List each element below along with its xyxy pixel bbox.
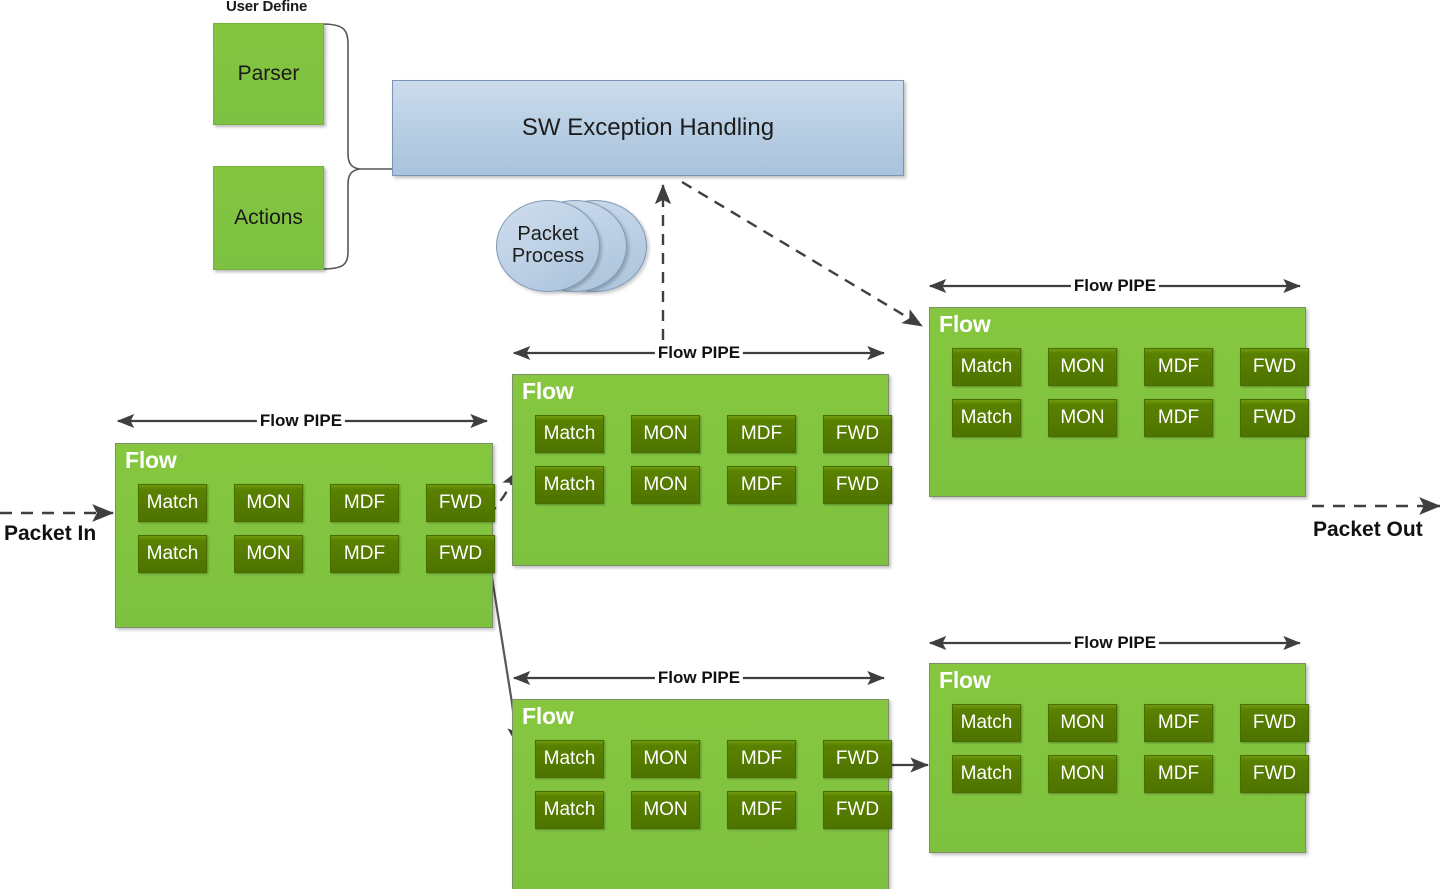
arrow-sw-exception-to-top-right — [681, 180, 923, 328]
cell-match[interactable]: Match — [138, 535, 207, 573]
flow-block-top-right-cells: Match MON MDF FWD Match MON MDF FWD — [952, 348, 1309, 437]
cell-mon[interactable]: MON — [1048, 755, 1117, 793]
cell-match[interactable]: Match — [952, 399, 1021, 437]
cell-mdf[interactable]: MDF — [1144, 348, 1213, 386]
cell-match[interactable]: Match — [952, 348, 1021, 386]
cell-fwd[interactable]: FWD — [823, 791, 892, 829]
cell-mon[interactable]: MON — [234, 484, 303, 522]
flow-block-bottom-right-title: Flow — [939, 667, 991, 693]
flow-block-bottom-right-cells: Match MON MDF FWD Match MON MDF FWD — [952, 704, 1309, 793]
pipe-label-bottom-right: Flow PIPE — [1070, 633, 1160, 653]
cell-fwd[interactable]: FWD — [426, 535, 495, 573]
diagram-canvas: User Define Parser Actions SW Exception … — [0, 0, 1440, 889]
flow-block-top-right-title: Flow — [939, 311, 991, 337]
user-define-box-parser-label: Parser — [237, 62, 300, 85]
flow-block-bottom-middle-title: Flow — [522, 703, 574, 729]
flow-block-middle[interactable]: Flow Match MON MDF FWD Match MON MDF FWD — [512, 374, 892, 566]
flow-block-bottom-middle[interactable]: Flow Match MON MDF FWD Match MON MDF FWD — [512, 699, 892, 889]
cell-fwd[interactable]: FWD — [1240, 704, 1309, 742]
user-define-box-parser[interactable]: Parser — [213, 23, 324, 125]
cell-mdf[interactable]: MDF — [727, 466, 796, 504]
cell-mdf[interactable]: MDF — [1144, 399, 1213, 437]
cell-mon[interactable]: MON — [631, 791, 700, 829]
sw-exception-handling-box[interactable]: SW Exception Handling — [392, 80, 904, 176]
flow-block-middle-cells: Match MON MDF FWD Match MON MDF FWD — [535, 415, 892, 504]
cell-mon[interactable]: MON — [1048, 704, 1117, 742]
packet-in-label: Packet In — [4, 522, 97, 545]
cell-mdf[interactable]: MDF — [1144, 755, 1213, 793]
cell-fwd[interactable]: FWD — [823, 466, 892, 504]
user-define-bracket — [321, 23, 392, 270]
packet-out-label: Packet Out — [1313, 518, 1423, 541]
cell-mdf[interactable]: MDF — [727, 791, 796, 829]
cell-mdf[interactable]: MDF — [727, 415, 796, 453]
packet-process-label-line1: Packet — [517, 223, 579, 246]
user-define-group-label: User Define — [226, 0, 308, 15]
pipe-label-top-right: Flow PIPE — [1070, 276, 1160, 296]
sw-exception-handling-label: SW Exception Handling — [521, 114, 775, 141]
cell-mon[interactable]: MON — [631, 466, 700, 504]
user-define-box-actions-label: Actions — [234, 206, 303, 229]
cell-mon[interactable]: MON — [631, 415, 700, 453]
cell-mdf[interactable]: MDF — [330, 535, 399, 573]
cell-mdf[interactable]: MDF — [330, 484, 399, 522]
user-define-box-actions[interactable]: Actions — [213, 166, 324, 270]
cell-match[interactable]: Match — [535, 740, 604, 778]
flow-block-left-title: Flow — [125, 447, 177, 473]
flow-block-left-cells: Match MON MDF FWD Match MON MDF FWD — [138, 484, 495, 573]
flow-block-left[interactable]: Flow Match MON MDF FWD Match MON MDF FWD — [115, 443, 495, 628]
cell-mon[interactable]: MON — [234, 535, 303, 573]
cell-match[interactable]: Match — [952, 704, 1021, 742]
cell-mon[interactable]: MON — [1048, 348, 1117, 386]
cell-mdf[interactable]: MDF — [1144, 704, 1213, 742]
packet-process-circle-front[interactable]: Packet Process — [496, 200, 600, 292]
cell-match[interactable]: Match — [535, 415, 604, 453]
cell-mdf[interactable]: MDF — [727, 740, 796, 778]
cell-fwd[interactable]: FWD — [823, 415, 892, 453]
cell-fwd[interactable]: FWD — [823, 740, 892, 778]
cell-fwd[interactable]: FWD — [1240, 348, 1309, 386]
cell-match[interactable]: Match — [535, 466, 604, 504]
flow-block-top-right[interactable]: Flow Match MON MDF FWD Match MON MDF FWD — [929, 307, 1309, 497]
cell-match[interactable]: Match — [952, 755, 1021, 793]
packet-process-label-line2: Process — [511, 245, 585, 267]
cell-fwd[interactable]: FWD — [1240, 755, 1309, 793]
cell-match[interactable]: Match — [535, 791, 604, 829]
cell-mon[interactable]: MON — [631, 740, 700, 778]
cell-fwd[interactable]: FWD — [1240, 399, 1309, 437]
pipe-label-middle: Flow PIPE — [654, 343, 744, 363]
cell-mon[interactable]: MON — [1048, 399, 1117, 437]
flow-block-middle-title: Flow — [522, 378, 574, 404]
cell-fwd[interactable]: FWD — [426, 484, 495, 522]
pipe-label-left: Flow PIPE — [256, 411, 346, 431]
flow-block-bottom-right[interactable]: Flow Match MON MDF FWD Match MON MDF FWD — [929, 663, 1309, 853]
pipe-label-bottom-middle: Flow PIPE — [654, 668, 744, 688]
cell-match[interactable]: Match — [138, 484, 207, 522]
flow-block-bottom-middle-cells: Match MON MDF FWD Match MON MDF FWD — [535, 740, 892, 829]
